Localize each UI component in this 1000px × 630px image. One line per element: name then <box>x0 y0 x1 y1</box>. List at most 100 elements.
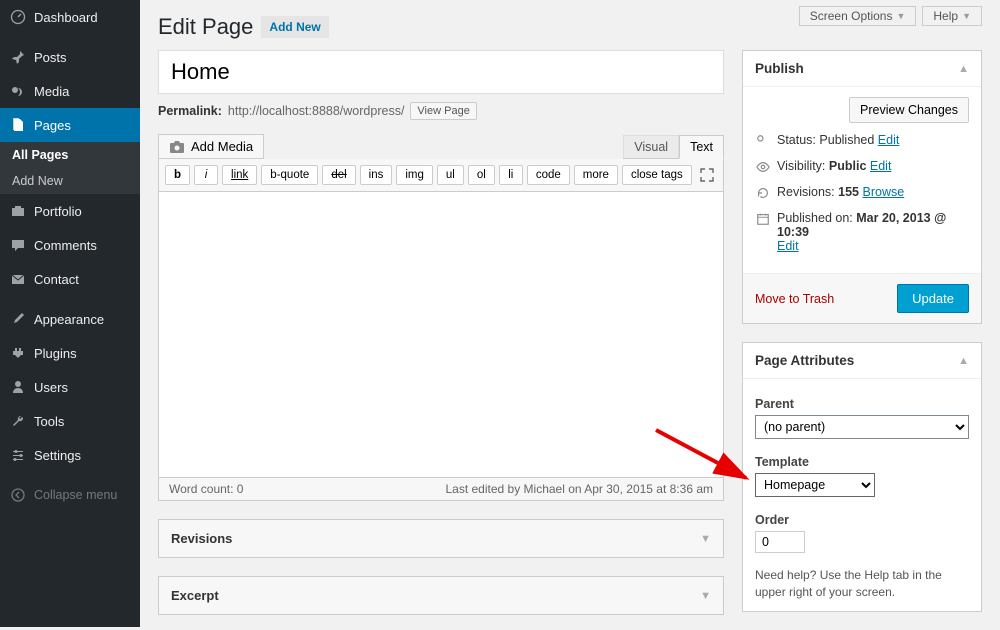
edit-date-link[interactable]: Edit <box>777 239 799 253</box>
toolbar-close-tags[interactable]: close tags <box>622 165 692 185</box>
help-button[interactable]: Help ▼ <box>922 6 982 26</box>
permalink-label: Permalink: <box>158 104 222 118</box>
update-button[interactable]: Update <box>897 284 969 313</box>
sidebar-panels: Publish ▲ Preview Changes Status: Publis… <box>742 50 982 630</box>
toolbar-ul[interactable]: ul <box>437 165 464 185</box>
dashboard-icon <box>8 7 28 27</box>
sidebar-item-settings[interactable]: Settings <box>0 438 140 472</box>
wrench-icon <box>8 411 28 431</box>
toolbar-bquote[interactable]: b-quote <box>261 165 318 185</box>
brush-icon <box>8 309 28 329</box>
sidebar-label: Posts <box>34 50 67 65</box>
portfolio-icon <box>8 201 28 221</box>
sidebar-item-contact[interactable]: Contact <box>0 262 140 296</box>
tab-visual[interactable]: Visual <box>623 135 679 158</box>
word-count: Word count: 0 <box>169 482 243 496</box>
sidebar-item-tools[interactable]: Tools <box>0 404 140 438</box>
screen-options-button[interactable]: Screen Options ▼ <box>799 6 917 26</box>
chevron-down-icon: ▼ <box>700 533 711 545</box>
sidebar-subitem-add-new[interactable]: Add New <box>0 168 140 194</box>
template-select[interactable]: Homepage <box>755 473 875 497</box>
revisions-icon <box>755 185 771 201</box>
media-icon <box>8 81 28 101</box>
pages-icon <box>8 115 28 135</box>
pin-icon <box>8 47 28 67</box>
sidebar-item-users[interactable]: Users <box>0 370 140 404</box>
toolbar-more[interactable]: more <box>574 165 618 185</box>
tab-text[interactable]: Text <box>679 135 724 159</box>
sidebar-label: Plugins <box>34 346 77 361</box>
metabox-revisions[interactable]: Revisions ▼ <box>158 519 724 558</box>
page-attributes-header[interactable]: Page Attributes ▲ <box>743 343 981 379</box>
toolbar-ins[interactable]: ins <box>360 165 393 185</box>
editor-column: Permalink: http://localhost:8888/wordpre… <box>158 50 724 630</box>
sidebar-label: Dashboard <box>34 10 98 25</box>
move-to-trash-link[interactable]: Move to Trash <box>755 292 834 306</box>
page-title: Edit Page <box>158 14 253 40</box>
plug-icon <box>8 343 28 363</box>
top-controls: Screen Options ▼ Help ▼ <box>799 6 982 26</box>
collapse-icon <box>8 485 28 505</box>
admin-sidebar: Dashboard Posts Media Pages All Pages Ad… <box>0 0 140 627</box>
parent-select[interactable]: (no parent) <box>755 415 969 439</box>
add-media-label: Add Media <box>191 139 253 154</box>
browse-revisions-link[interactable]: Browse <box>863 185 905 199</box>
sidebar-item-appearance[interactable]: Appearance <box>0 302 140 336</box>
add-new-button[interactable]: Add New <box>261 16 328 38</box>
chevron-down-icon: ▼ <box>700 590 711 602</box>
toolbar-del[interactable]: del <box>322 165 355 185</box>
editor-status-bar: Word count: 0 Last edited by Michael on … <box>158 478 724 501</box>
visibility-row: Visibility: Public Edit <box>755 159 969 175</box>
sidebar-item-pages[interactable]: Pages <box>0 108 140 142</box>
sidebar-item-media[interactable]: Media <box>0 74 140 108</box>
status-row: Status: Published Edit <box>755 133 969 149</box>
toolbar-bold[interactable]: b <box>165 165 190 185</box>
sidebar-label: Pages <box>34 118 71 133</box>
toolbar-italic[interactable]: i <box>194 165 218 185</box>
eye-icon <box>755 159 771 175</box>
toolbar-ol[interactable]: ol <box>468 165 495 185</box>
permalink-url: http://localhost:8888/wordpress/ <box>228 104 405 118</box>
metabox-excerpt[interactable]: Excerpt ▼ <box>158 576 724 615</box>
toolbar-li[interactable]: li <box>499 165 523 185</box>
sidebar-label: Settings <box>34 448 81 463</box>
sidebar-item-comments[interactable]: Comments <box>0 228 140 262</box>
add-media-button[interactable]: Add Media <box>158 134 264 159</box>
editor-toolbar: b i link b-quote del ins img ul ol li co… <box>158 159 724 192</box>
sidebar-item-dashboard[interactable]: Dashboard <box>0 0 140 34</box>
publish-panel-header[interactable]: Publish ▲ <box>743 51 981 87</box>
sidebar-subitem-all-pages[interactable]: All Pages <box>0 142 140 168</box>
sidebar-item-plugins[interactable]: Plugins <box>0 336 140 370</box>
publish-panel: Publish ▲ Preview Changes Status: Publis… <box>742 50 982 324</box>
sidebar-item-posts[interactable]: Posts <box>0 40 140 74</box>
collapse-label: Collapse menu <box>34 488 117 502</box>
toolbar-img[interactable]: img <box>396 165 433 185</box>
sidebar-item-portfolio[interactable]: Portfolio <box>0 194 140 228</box>
toolbar-link[interactable]: link <box>222 165 257 185</box>
order-input[interactable] <box>755 531 805 553</box>
last-edited: Last edited by Michael on Apr 30, 2015 a… <box>445 482 713 496</box>
publish-actions: Move to Trash Update <box>743 273 981 323</box>
editor-tabs: Visual Text <box>623 135 724 159</box>
key-icon <box>755 133 771 149</box>
user-icon <box>8 377 28 397</box>
revisions-row: Revisions: 155 Browse <box>755 185 969 201</box>
page-title-input[interactable] <box>158 50 724 94</box>
order-label: Order <box>755 513 969 527</box>
chevron-up-icon: ▲ <box>958 63 969 75</box>
published-on-row: Published on: Mar 20, 2013 @ 10:39Edit <box>755 211 969 253</box>
comments-icon <box>8 235 28 255</box>
toolbar-code[interactable]: code <box>527 165 570 185</box>
fullscreen-icon[interactable] <box>697 165 717 185</box>
preview-changes-button[interactable]: Preview Changes <box>849 97 969 123</box>
template-label: Template <box>755 455 969 469</box>
sidebar-label: Tools <box>34 414 64 429</box>
collapse-menu[interactable]: Collapse menu <box>0 478 140 512</box>
edit-visibility-link[interactable]: Edit <box>870 159 892 173</box>
content-textarea[interactable] <box>158 192 724 478</box>
chevron-down-icon: ▼ <box>896 11 905 21</box>
view-page-button[interactable]: View Page <box>410 102 476 120</box>
metabox-title: Revisions <box>171 531 232 546</box>
attributes-help-text: Need help? Use the Help tab in the upper… <box>755 567 969 601</box>
edit-status-link[interactable]: Edit <box>878 133 900 147</box>
